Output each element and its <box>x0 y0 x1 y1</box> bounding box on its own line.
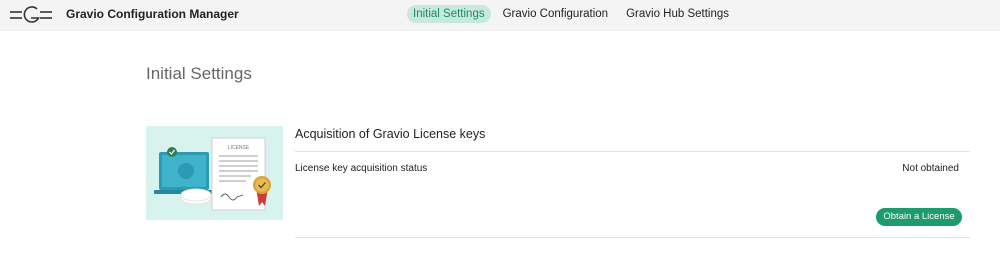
license-doc-text: LICENSE <box>228 145 250 151</box>
main-nav: Initial Settings Gravio Configuration Gr… <box>407 4 741 24</box>
status-value: Not obtained <box>902 163 959 174</box>
license-illustration-icon: LICENSE <box>154 137 271 211</box>
divider <box>295 151 970 152</box>
divider <box>295 237 970 238</box>
card-title: Acquisition of Gravio License keys <box>295 127 486 141</box>
app-title: Gravio Configuration Manager <box>66 7 239 21</box>
tab-gravio-configuration[interactable]: Gravio Configuration <box>497 5 614 23</box>
top-bar: Gravio Configuration Manager Initial Set… <box>0 0 1000 31</box>
gravio-logo-icon[interactable] <box>8 4 54 26</box>
tab-gravio-hub-settings[interactable]: Gravio Hub Settings <box>620 5 735 23</box>
obtain-license-button[interactable]: Obtain a License <box>876 208 962 226</box>
tab-initial-settings[interactable]: Initial Settings <box>407 5 491 23</box>
license-illustration: LICENSE <box>146 126 283 220</box>
page-title: Initial Settings <box>146 64 252 83</box>
status-label: License key acquisition status <box>295 163 428 174</box>
